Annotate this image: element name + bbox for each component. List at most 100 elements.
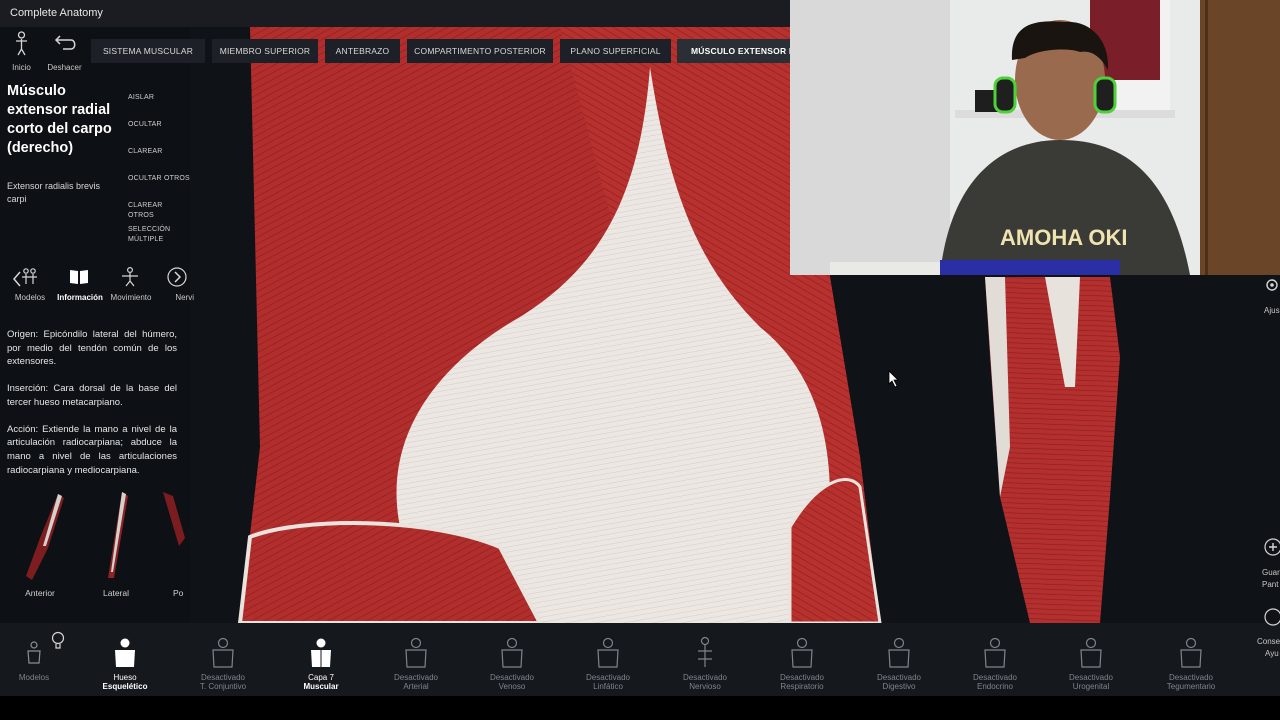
system-models-label: Modelos [18,673,50,682]
view-posterior-label: Po [173,588,184,598]
integumentary-icon [1180,637,1202,668]
anterior-thumbnail-icon [26,494,64,580]
system-respiratory[interactable]: Desactivado Respiratorio [762,635,842,691]
system-digestive-bottom: Digestivo [882,682,916,691]
system-venous-bottom: Venoso [498,682,526,691]
tab-models[interactable]: Modelos [15,266,45,302]
system-muscular-bottom: Muscular [303,682,339,691]
view-posterior[interactable]: Po [149,488,190,600]
shirt-text: AMOHA OKI [1000,225,1128,250]
book-icon [70,270,88,284]
system-arterial[interactable]: Desactivado Arterial [376,635,456,691]
skeleton-icon [115,638,135,667]
system-venous[interactable]: Desactivado Venoso [472,635,552,691]
plus-icon[interactable] [1264,538,1280,556]
view-thumbnails: Anterior Lateral Po [0,488,190,600]
lateral-thumbnail-icon [108,492,128,578]
system-nervous[interactable]: Desactivado Nervioso [665,635,745,691]
help-label-2: Ayu [1265,649,1279,658]
system-respiratory-top: Desactivado [779,673,825,682]
respiratory-icon [791,637,813,668]
webcam-scene: AMOHA OKI [790,0,1280,275]
multi-select-button-line2[interactable]: MÚLTIPLE [128,235,163,245]
view-anterior[interactable]: Anterior [10,488,70,600]
view-anterior-label: Anterior [25,588,55,598]
muscle-figure-icon [311,638,331,667]
tab-nerves[interactable]: Nervi [166,266,194,302]
mouse-cursor-icon [888,370,899,388]
system-lymphatic-top: Desactivado [585,673,631,682]
webcam-overlay: AMOHA OKI [790,0,1280,275]
structure-latin-name: Extensor radialis brevis carpi [7,181,101,204]
action-text: Acción: Extiende la mano a nivel de la a… [7,423,177,476]
venous-icon [501,637,523,668]
tab-movement[interactable]: Movimiento [111,266,151,302]
posterior-thumbnail-icon [163,492,185,546]
system-urogenital-bottom: Urogenital [1072,682,1110,691]
breadcrumb-item[interactable]: MIEMBRO SUPERIOR [212,39,318,63]
system-lymphatic-bottom: Linfático [593,682,623,691]
system-endocrine-top: Desactivado [972,673,1018,682]
fade-button[interactable]: CLAREAR [128,147,162,157]
undo-button[interactable]: Deshacer [43,27,86,72]
tab-information[interactable]: Información [57,266,103,302]
structure-title: Músculo extensor radial corto del carpo … [7,83,112,156]
system-digestive-top: Desactivado [876,673,922,682]
system-skeletal[interactable]: Hueso Esquelético [85,635,165,691]
system-muscular[interactable]: Capa 7 Muscular [281,635,361,691]
home-figure-icon [16,31,27,56]
gear-icon[interactable] [1263,276,1280,294]
multi-select-button[interactable]: SELECCIÓN [128,225,170,235]
system-connective[interactable]: Desactivado T. Conjuntivo [183,635,263,691]
view-lateral[interactable]: Lateral [86,488,146,600]
breadcrumb-item[interactable]: PLANO SUPERFICIAL [560,39,671,63]
view-lateral-label: Lateral [103,588,129,598]
system-skeletal-bottom: Esquelético [102,682,148,691]
system-lymphatic[interactable]: Desactivado Linfático [568,635,648,691]
save-label-1: Guar [1262,568,1280,577]
breadcrumb-item[interactable]: ANTEBRAZO [325,39,400,63]
breadcrumb-item[interactable]: SISTEMA MUSCULAR [91,39,205,63]
arterial-icon [405,637,427,668]
help-label-1: Conse [1257,637,1280,646]
digestive-icon [888,637,910,668]
breadcrumb: SISTEMA MUSCULAR MIEMBRO SUPERIOR ANTEBR… [86,35,790,65]
tab-nerves-label: Nervi [175,293,194,302]
undo-label: Deshacer [47,63,82,72]
save-label-2: Pant [1262,580,1279,589]
system-respiratory-bottom: Respiratorio [780,682,824,691]
system-arterial-bottom: Arterial [403,682,429,691]
system-nervous-bottom: Nervioso [689,682,721,691]
origin-text: Origen: Epicóndilo lateral del húmero, p… [7,329,177,368]
help-icon[interactable] [1264,608,1280,626]
systems-bar: Modelos Hueso Esquelético Desactivado T.… [0,623,1280,696]
system-endocrine[interactable]: Desactivado Endocrino [955,635,1035,691]
models-icon [22,268,37,284]
undo-icon [54,35,76,50]
system-urogenital[interactable]: Desactivado Urogenital [1051,635,1131,691]
system-digestive[interactable]: Desactivado Digestivo [859,635,939,691]
connective-tissue-icon [212,637,234,668]
system-endocrine-bottom: Endocrino [976,682,1014,691]
toolbar: Inicio Deshacer [0,27,86,75]
hide-button[interactable]: OCULTAR [128,120,162,130]
movement-icon [122,266,138,287]
hide-others-button[interactable]: OCULTAR OTROS [128,174,190,184]
breadcrumb-item-current[interactable]: MÚSCULO EXTENSOR RA [677,39,790,63]
settings-label: Ajus [1264,306,1280,315]
system-models[interactable]: Modelos [0,635,74,682]
system-urogenital-top: Desactivado [1068,673,1114,682]
title-bar: Complete Anatomy [0,0,790,27]
bottom-letterbox [0,696,1280,720]
fade-others-button[interactable]: CLAREAR OTROS [128,201,190,221]
system-nervous-top: Desactivado [682,673,728,682]
system-connective-top: Desactivado [200,673,246,682]
models-figure-icon [27,641,41,664]
endocrine-icon [984,637,1006,668]
home-button[interactable]: Inicio [0,27,43,72]
system-integumentary[interactable]: Desactivado Tegumentario [1151,635,1231,691]
breadcrumb-item[interactable]: COMPARTIMENTO POSTERIOR [407,39,553,63]
urogenital-icon [1080,637,1102,668]
isolate-button[interactable]: AISLAR [128,93,154,103]
system-integumentary-top: Desactivado [1168,673,1214,682]
